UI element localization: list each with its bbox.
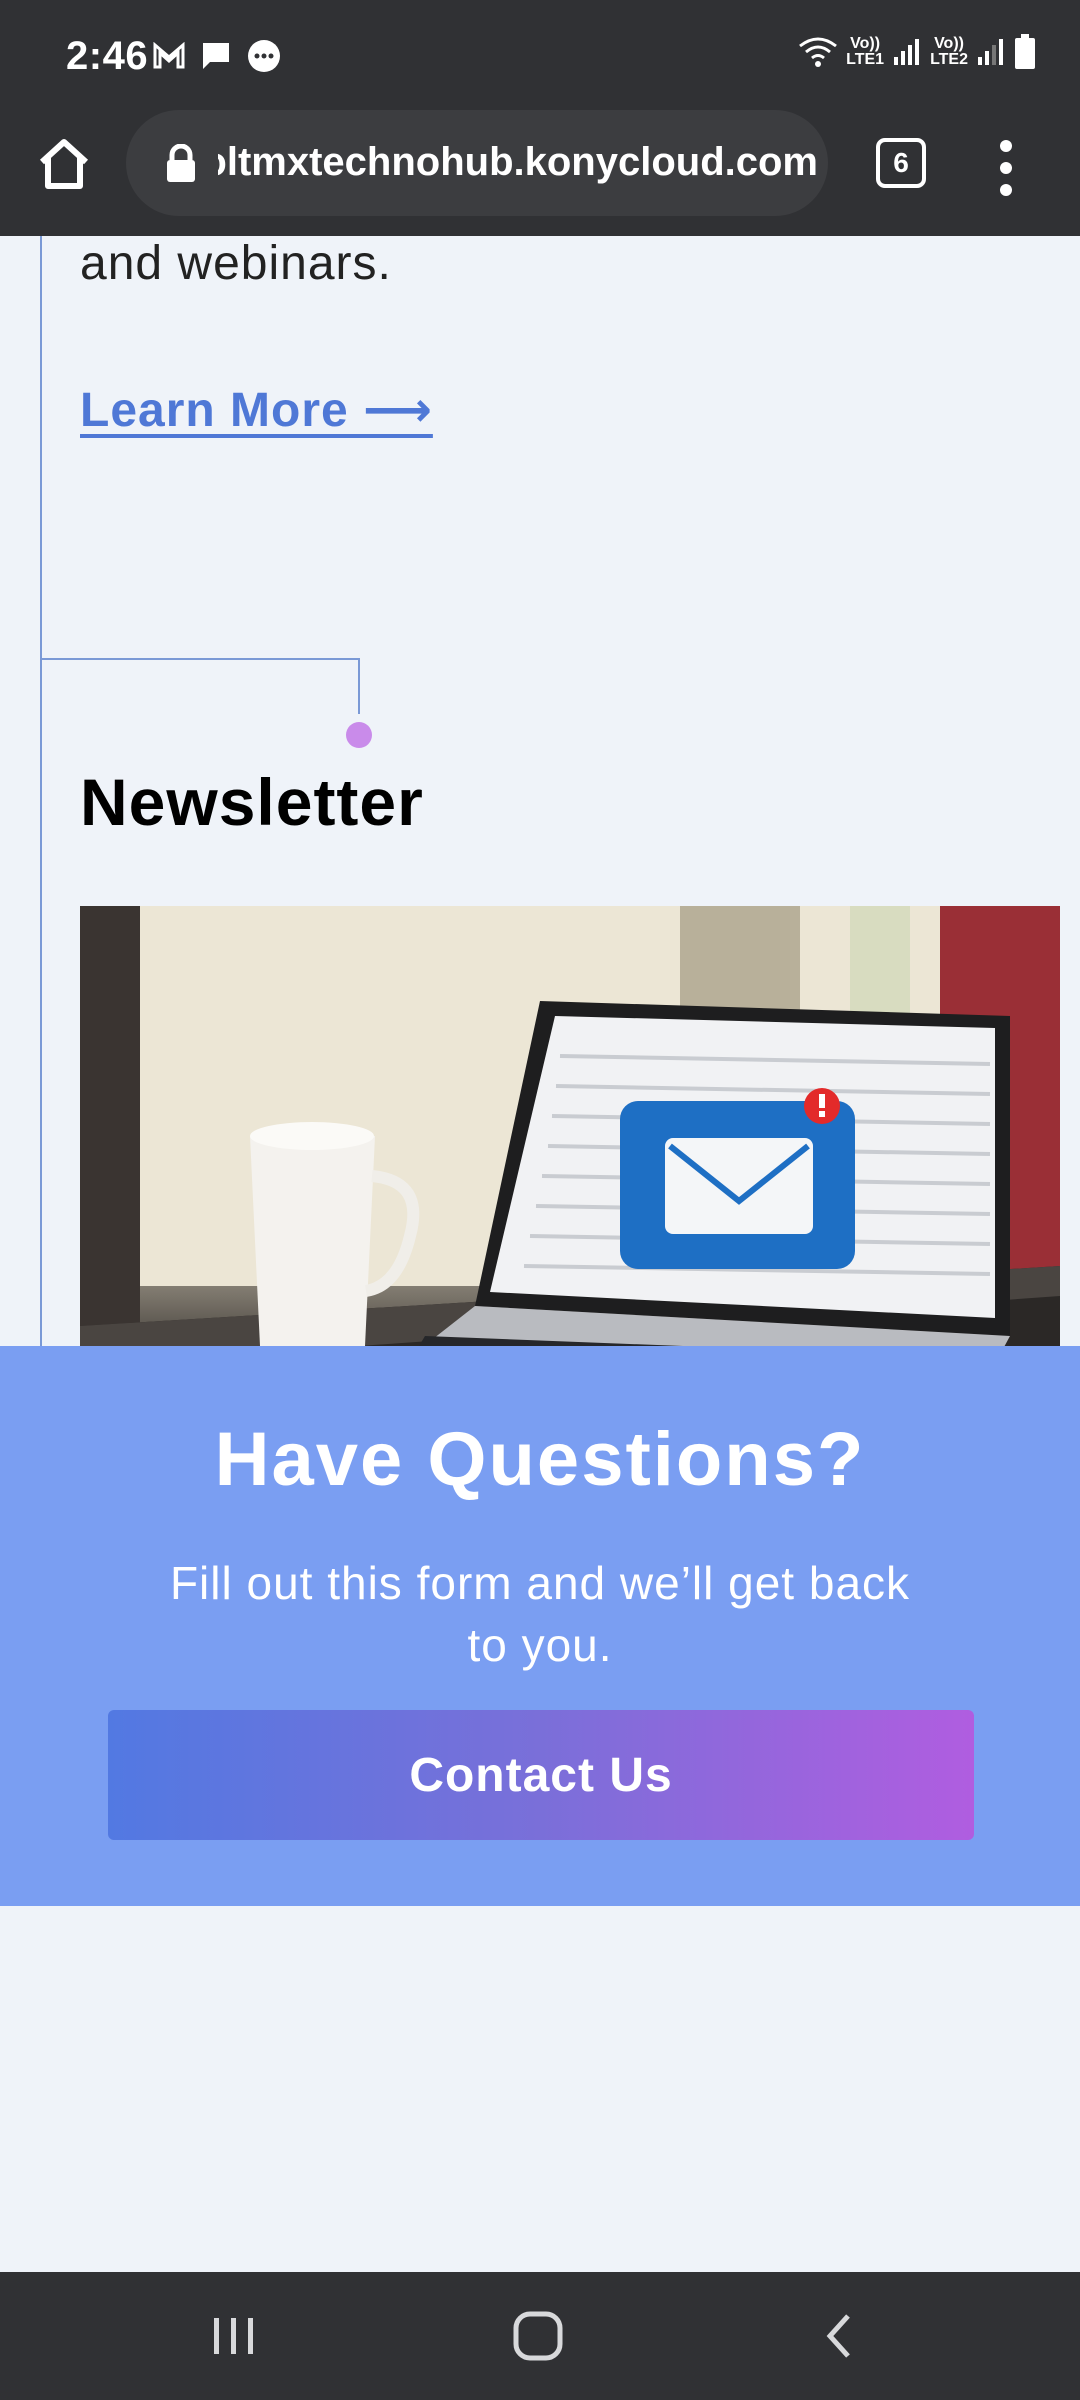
status-bar: 2:46 Vo)) LTE1 Vo)) LTE2 bbox=[0, 0, 1080, 110]
gmail-icon bbox=[153, 42, 185, 69]
timeline-connector bbox=[40, 658, 360, 660]
system-indicators: Vo)) LTE1 Vo)) LTE2 bbox=[798, 34, 1036, 70]
cta-title: Have Questions? bbox=[214, 1417, 866, 1502]
cta-section: Have Questions? Fill out this form and w… bbox=[0, 1346, 1080, 1906]
home-nav-icon[interactable] bbox=[508, 2306, 568, 2366]
body-text: and webinars. bbox=[80, 237, 392, 290]
url-text: voltmxtechnohub.konycloud.com bbox=[218, 140, 818, 185]
signal-icon bbox=[894, 39, 920, 65]
tabs-button[interactable]: 6 bbox=[876, 138, 926, 188]
cta-subtitle: Fill out this form and we’ll get back to… bbox=[169, 1557, 911, 1671]
url-value: voltmxtechnohub.konycloud.com bbox=[218, 140, 818, 184]
lte2-label: Vo)) LTE2 bbox=[930, 35, 968, 68]
notification-icons bbox=[152, 38, 282, 74]
back-icon[interactable] bbox=[810, 2306, 870, 2366]
wifi-icon bbox=[799, 37, 838, 67]
chat-icon bbox=[248, 40, 280, 72]
section-title: Newsletter bbox=[80, 765, 424, 839]
system-nav-bar bbox=[0, 2272, 1080, 2400]
signal-icon bbox=[978, 39, 1003, 65]
timeline-dot bbox=[346, 722, 372, 748]
contact-us-button[interactable]: Contact Us bbox=[108, 1710, 974, 1840]
timeline-connector-vertical bbox=[358, 658, 360, 714]
status-time: 2:46 bbox=[66, 34, 149, 78]
lte1-label: Vo)) LTE1 bbox=[846, 35, 885, 68]
more-vert-icon[interactable] bbox=[996, 138, 1016, 198]
learn-more-link[interactable]: Learn More ⟶ bbox=[80, 382, 433, 438]
battery-icon bbox=[1015, 34, 1035, 69]
browser-toolbar: voltmxtechnohub.konycloud.com 6 bbox=[0, 110, 1080, 236]
message-icon bbox=[203, 43, 229, 69]
recent-apps-icon[interactable] bbox=[204, 2306, 264, 2366]
home-icon[interactable] bbox=[34, 134, 94, 194]
page-content: and webinars. Learn More ⟶ Newsletter bbox=[0, 236, 1080, 2272]
lock-icon bbox=[167, 144, 195, 182]
address-bar[interactable]: voltmxtechnohub.konycloud.com bbox=[126, 110, 828, 216]
